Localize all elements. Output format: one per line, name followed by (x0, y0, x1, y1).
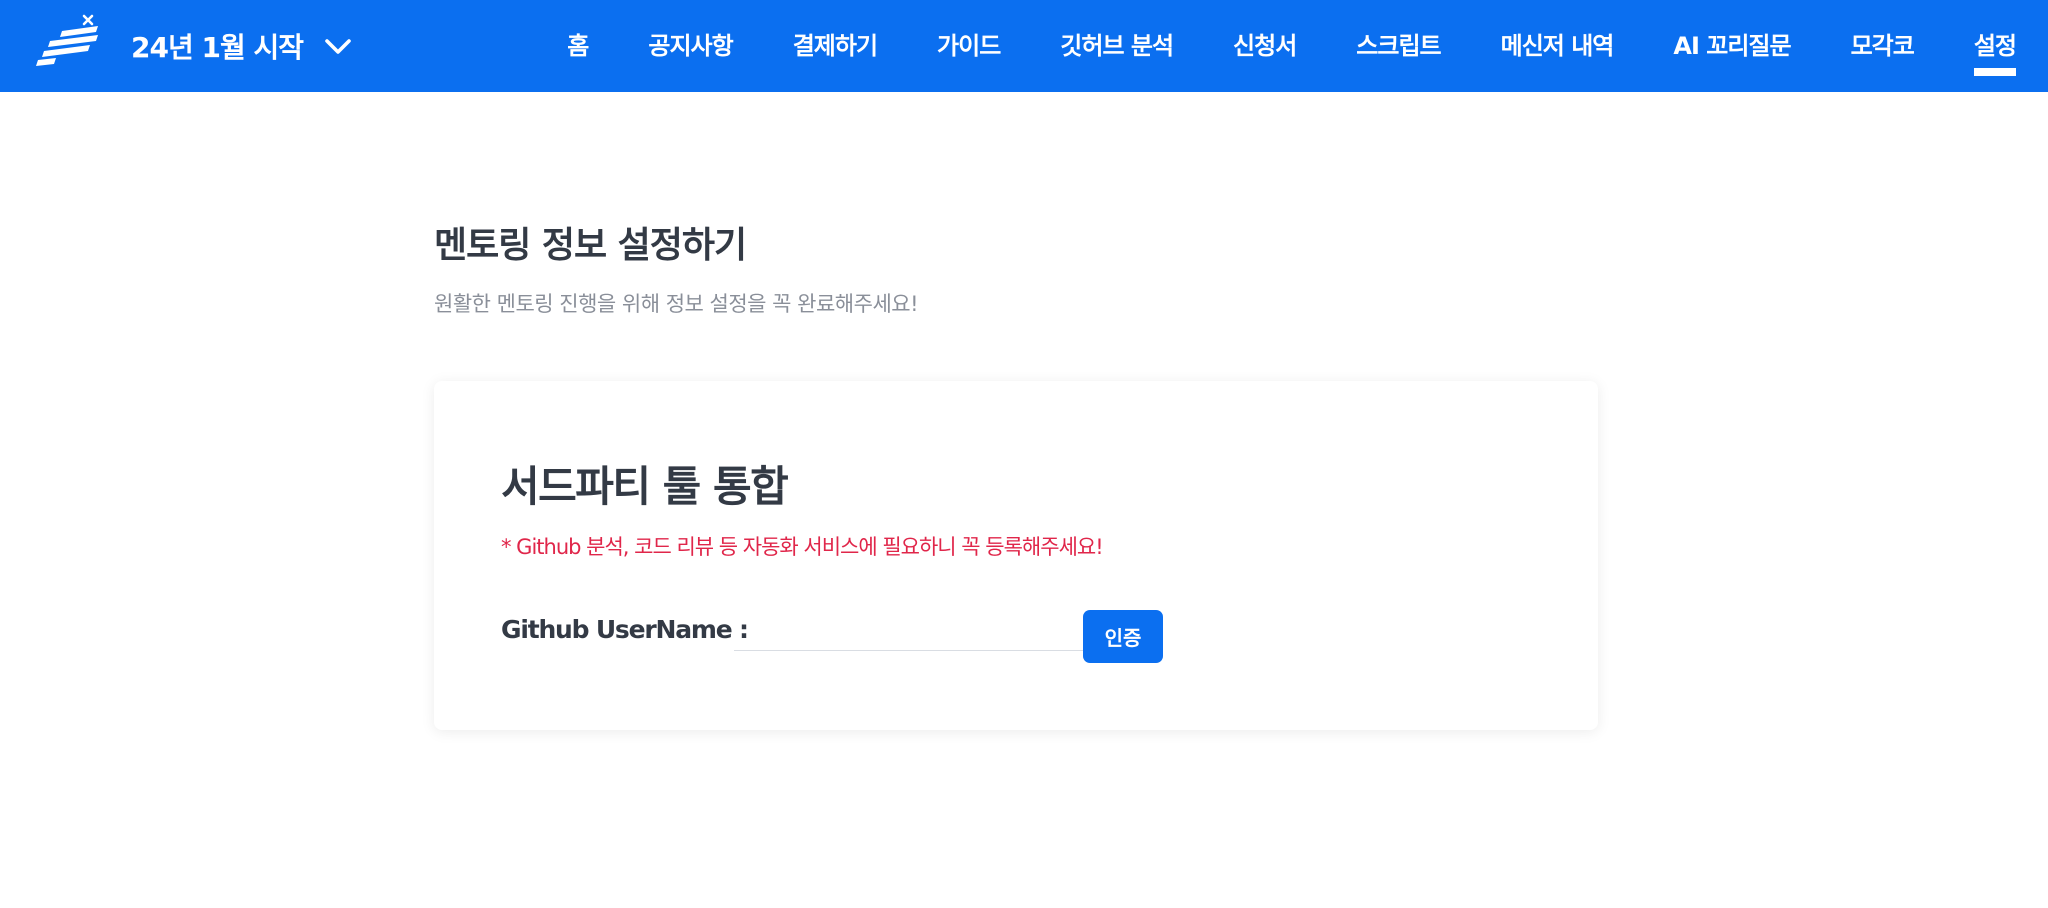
page-title: 멘토링 정보 설정하기 (434, 225, 747, 266)
nav-item-guide[interactable]: 가이드 (937, 0, 1001, 92)
main-nav: 홈 공지사항 결제하기 가이드 깃허브 분석 신청서 스크립트 메신저 내역 A… (567, 0, 2017, 92)
required-notice: * Github 분석, 코드 리뷰 등 자동화 서비스에 필요하니 꼭 등록해… (501, 535, 1104, 559)
top-navigation-bar: 24년 1월 시작 홈 공지사항 결제하기 가이드 깃허브 분석 신청서 스크립… (0, 0, 2048, 92)
flag-logo-icon[interactable] (36, 14, 100, 68)
github-username-input[interactable] (734, 607, 1092, 651)
page-subtitle: 원활한 멘토링 진행을 위해 정보 설정을 꼭 완료해주세요! (434, 292, 919, 316)
chevron-down-icon (325, 39, 351, 54)
nav-item-messenger-history[interactable]: 메신저 내역 (1501, 0, 1615, 92)
nav-item-notices[interactable]: 공지사항 (648, 0, 733, 92)
verify-button[interactable]: 인증 (1083, 610, 1163, 663)
cohort-selector[interactable]: 24년 1월 시작 (131, 26, 353, 66)
nav-item-settings[interactable]: 설정 (1973, 0, 2017, 92)
third-party-integration-card: 서드파티 툴 통합 * Github 분석, 코드 리뷰 등 자동화 서비스에 … (434, 381, 1598, 730)
nav-item-payment[interactable]: 결제하기 (793, 0, 878, 92)
github-username-label: Github UserName : (501, 615, 749, 644)
nav-item-github-analysis[interactable]: 깃허브 분석 (1060, 0, 1174, 92)
cohort-label: 24년 1월 시작 (131, 31, 304, 64)
nav-item-ai-followup-questions[interactable]: AI 꼬리질문 (1673, 0, 1791, 92)
card-title: 서드파티 툴 통합 (501, 462, 789, 511)
nav-item-application[interactable]: 신청서 (1233, 0, 1297, 92)
nav-item-mogakco[interactable]: 모각코 (1851, 0, 1915, 92)
nav-item-script[interactable]: 스크립트 (1356, 0, 1441, 92)
nav-item-home[interactable]: 홈 (567, 0, 589, 92)
